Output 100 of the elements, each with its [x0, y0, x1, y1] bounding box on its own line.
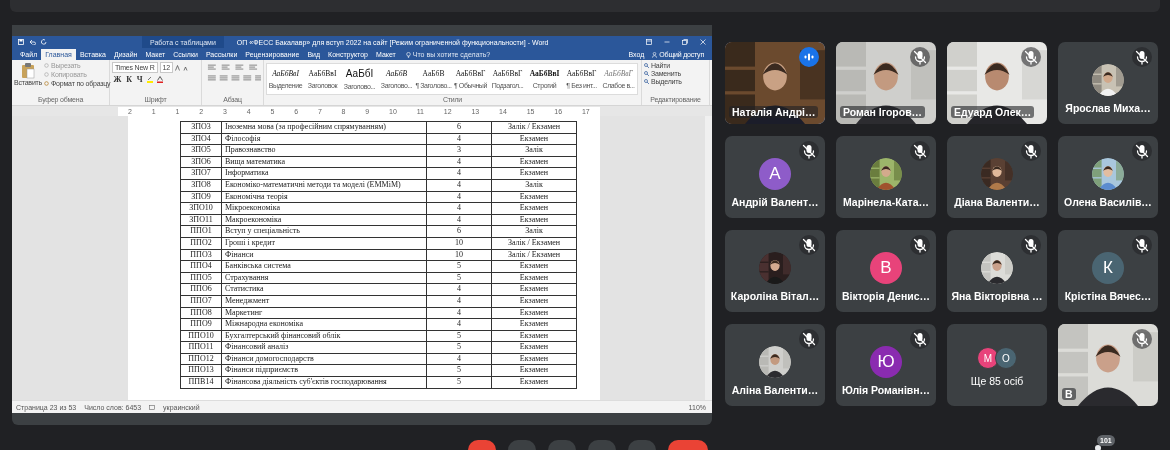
leave-call-button[interactable]: [668, 440, 708, 450]
table-cell: Залік / Екзамен: [491, 249, 577, 261]
participant-tile[interactable]: Роман Ігоров…: [836, 42, 936, 124]
font-color-icon[interactable]: [156, 76, 164, 83]
participant-tile[interactable]: Кароліна Вітал…: [725, 230, 825, 312]
table-cell: ППО7: [180, 295, 222, 307]
participant-name: Марінела-Ката…: [842, 196, 930, 208]
table-cell: 10: [426, 249, 492, 261]
participant-name: Роман Ігоров…: [840, 106, 926, 118]
style-preview: АаБбІ: [345, 68, 374, 79]
close-icon[interactable]: [700, 39, 706, 45]
edit-action-icon[interactable]: [644, 63, 649, 68]
participant-tile[interactable]: В: [1058, 324, 1158, 406]
microphone-button[interactable]: [468, 440, 496, 450]
table-cell: Екзамен: [491, 307, 577, 319]
table-cell: Філософія: [221, 133, 427, 145]
table-cell: Іноземна мова (за професійним спрямуванням): [221, 121, 427, 134]
redo-icon[interactable]: [41, 39, 47, 45]
table-cell: Екзамен: [491, 376, 577, 389]
ribbon-display-icon[interactable]: [646, 39, 652, 45]
table-cell: Екзамен: [491, 364, 577, 377]
highlight-icon[interactable]: [146, 76, 154, 83]
participant-tile[interactable]: Діана Валенти…: [947, 136, 1047, 218]
table-cell: Екзамен: [491, 341, 577, 354]
participant-tile[interactable]: К Крістіна Вячес…: [1058, 230, 1158, 312]
table-cell: 4: [426, 167, 492, 180]
avatar-letter: О: [995, 347, 1017, 369]
table-cell: Фінансова діяльність суб'єктів господарювання: [221, 376, 427, 389]
participant-name: Вікторія Денис…: [841, 290, 931, 302]
table-cell: ЗПО6: [180, 156, 222, 168]
grow-font-icon[interactable]: [174, 64, 181, 71]
participant-tile[interactable]: М О Ще 85 осіб: [947, 324, 1047, 406]
edit-action-icon[interactable]: [644, 71, 649, 76]
table-cell: Екзамен: [491, 318, 577, 331]
avatar-letter: А: [759, 158, 791, 190]
table-cell: 4: [426, 191, 492, 203]
scrollbar[interactable]: [705, 116, 712, 400]
table-cell: Економіко-математичні методи та моделі (ЕММіМ): [221, 179, 427, 192]
table-cell: ППО9: [180, 318, 222, 331]
table-cell: ППО2: [180, 237, 222, 250]
table-cell: 4: [426, 202, 492, 215]
undo-icon[interactable]: [29, 39, 36, 45]
format-button[interactable]: Ж: [112, 75, 123, 84]
table-cell: 3: [426, 144, 492, 157]
format-button[interactable]: Ч: [135, 75, 144, 84]
participant-tile[interactable]: Едуард Олек…: [947, 42, 1047, 124]
avatar-letter: Ю: [870, 346, 902, 378]
table-cell: ППО12: [180, 353, 222, 365]
participant-name: Едуард Олек…: [951, 106, 1035, 118]
table-cell: Макроекономіка: [221, 214, 427, 226]
table-cell: Екзамен: [491, 330, 577, 342]
active-speaker-tile[interactable]: Наталія Андрі…: [725, 42, 825, 124]
table-cell: 4: [426, 156, 492, 168]
participant-name: Яна Вікторівна …: [951, 290, 1043, 302]
table-cell: ППВ14: [180, 376, 222, 389]
participant-name: Кароліна Вітал…: [730, 290, 820, 302]
participant-tile[interactable]: Яна Вікторівна …: [947, 230, 1047, 312]
edit-action-icon[interactable]: [644, 79, 649, 84]
participant-tile[interactable]: Олена Василів…: [1058, 136, 1158, 218]
proofing-icon[interactable]: [149, 404, 156, 410]
shrink-font-icon[interactable]: [182, 64, 189, 71]
format-button[interactable]: К: [124, 75, 134, 84]
table-cell: Менеджмент: [221, 295, 427, 307]
table-cell: Маркетинг: [221, 307, 427, 319]
table-cell: Бухгалтерський фінансовий облік: [221, 330, 427, 342]
table-cell: 10: [426, 237, 492, 250]
table-cell: 4: [426, 353, 492, 365]
participant-name: Олена Василів…: [1064, 196, 1152, 208]
restore-icon[interactable]: [682, 39, 688, 45]
table-cell: Фінанси підприємств: [221, 364, 427, 377]
table-cell: Мікроекономіка: [221, 202, 427, 215]
participant-tile[interactable]: Ю Юлія Романівн…: [836, 324, 936, 406]
table-cell: 5: [426, 272, 492, 284]
table-cell: Економічна теорія: [221, 191, 427, 203]
more-participants-label[interactable]: Ще 85 осіб: [970, 375, 1024, 387]
participant-name: Аліна Валенти…: [731, 384, 819, 396]
table-cell: Залік: [491, 225, 577, 238]
participant-tile[interactable]: Ярослав Миха…: [1058, 42, 1158, 124]
person-icon: [652, 51, 658, 58]
clipboard-icon[interactable]: [21, 62, 35, 79]
table-cell: 4: [426, 318, 492, 331]
table-cell: 4: [426, 214, 492, 226]
save-icon[interactable]: [18, 39, 24, 45]
participant-tile[interactable]: Аліна Валенти…: [725, 324, 825, 406]
table-cell: ППО1: [180, 225, 222, 238]
participant-tile[interactable]: А Андрій Валент…: [725, 136, 825, 218]
table-cell: ЗПО3: [180, 121, 222, 134]
minimize-icon[interactable]: [664, 39, 670, 45]
participant-name: Діана Валенти…: [954, 196, 1040, 208]
participant-name: Юлія Романівн…: [841, 384, 931, 396]
participant-name: В: [1062, 388, 1076, 400]
table-cell: 4: [426, 307, 492, 319]
table-cell: Екзамен: [491, 272, 577, 284]
table-cell: Міжнародна економіка: [221, 318, 427, 331]
participant-tile[interactable]: Марінела-Ката…: [836, 136, 936, 218]
participant-tile[interactable]: В Вікторія Денис…: [836, 230, 936, 312]
table-cell: Екзамен: [491, 353, 577, 365]
table-cell: 6: [426, 121, 492, 134]
table-cell: Залік / Екзамен: [491, 237, 577, 250]
speaking-indicator-icon: [799, 47, 819, 67]
